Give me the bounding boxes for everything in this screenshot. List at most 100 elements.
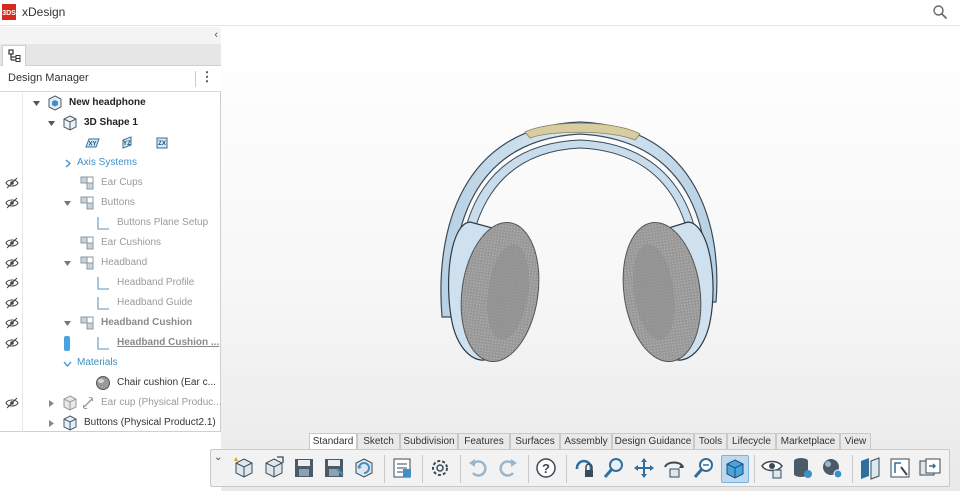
lock-rotate-button[interactable]: [571, 455, 599, 483]
collapsed-arrow-icon[interactable]: [63, 159, 72, 168]
tree-item-headband-profile[interactable]: Headband Profile: [0, 273, 221, 293]
hidden-eye-icon[interactable]: [5, 257, 19, 269]
save-as-button[interactable]: [321, 455, 349, 483]
yz-plane-icon[interactable]: YZ: [118, 135, 136, 151]
insert-component-button[interactable]: [261, 455, 289, 483]
tab-features[interactable]: Features: [458, 433, 510, 450]
material-icon: [96, 376, 110, 390]
tree-item-label: Buttons (Physical Product2.1): [84, 417, 216, 428]
save-button[interactable]: [291, 455, 319, 483]
collapsed-arrow-icon[interactable]: [47, 419, 56, 428]
display-mode-button[interactable]: [917, 455, 945, 483]
view-cube-icon: [726, 459, 744, 479]
hide-show-button[interactable]: [759, 455, 787, 483]
hidden-eye-icon[interactable]: [5, 237, 19, 249]
hidden-eye-icon[interactable]: [5, 397, 19, 409]
tab-subdivision[interactable]: Subdivision: [400, 433, 458, 450]
sketch-group-icon: [80, 256, 94, 270]
undo-button[interactable]: [465, 455, 493, 483]
help-icon: ?: [536, 458, 556, 478]
tab-tools[interactable]: Tools: [694, 433, 727, 450]
tree-item-label: Headband Cushion ...: [117, 337, 220, 348]
collapse-panel-icon[interactable]: ‹: [214, 29, 218, 41]
refresh-button[interactable]: [351, 455, 379, 483]
tab-design-tree[interactable]: [2, 45, 26, 66]
tab-assembly[interactable]: Assembly: [560, 433, 612, 450]
expand-arrow-icon[interactable]: [47, 119, 56, 128]
toolbar-separator: [566, 455, 567, 483]
kebab-menu-icon[interactable]: ⋮: [200, 69, 214, 89]
hidden-eye-icon[interactable]: [5, 177, 19, 189]
hidden-eye-icon[interactable]: [5, 277, 19, 289]
expand-arrow-icon[interactable]: [32, 99, 41, 108]
section-icon: [861, 457, 880, 480]
toolbar-expand-icon[interactable]: ⌄: [214, 452, 226, 463]
tree-item-headband-cushion-sketch[interactable]: Headband Cushion ...: [0, 333, 221, 353]
tree-item-headband-cushion[interactable]: Headband Cushion: [0, 313, 221, 333]
expand-arrow-icon[interactable]: [63, 319, 72, 328]
tree-item-ear-cups[interactable]: Ear Cups: [0, 173, 221, 193]
action-toolbar: ⌄ ?: [210, 449, 950, 487]
panel-tab-row: [0, 44, 221, 66]
hidden-eye-icon[interactable]: [5, 297, 19, 309]
app-title: xDesign: [22, 5, 66, 19]
tree-item-buttons-plane-setup[interactable]: Buttons Plane Setup: [0, 213, 221, 233]
render-button[interactable]: [819, 455, 847, 483]
app-logo-icon: 3DS: [2, 4, 16, 20]
tab-surfaces[interactable]: Surfaces: [510, 433, 560, 450]
new-component-button[interactable]: [231, 455, 259, 483]
redo-button[interactable]: [495, 455, 523, 483]
tree-item-buttons-product[interactable]: Buttons (Physical Product2.1): [0, 413, 221, 432]
sketch-group-icon: [80, 176, 94, 190]
hidden-eye-icon[interactable]: [5, 317, 19, 329]
pan-button[interactable]: [631, 455, 659, 483]
hidden-eye-icon[interactable]: [5, 197, 19, 209]
section-button[interactable]: [857, 455, 885, 483]
tree-item-headband[interactable]: Headband: [0, 253, 221, 273]
tab-lifecycle[interactable]: Lifecycle: [727, 433, 776, 450]
tree-item-3d-shape-1[interactable]: 3D Shape 1: [0, 113, 221, 133]
expanded-chevron-icon[interactable]: [63, 359, 72, 368]
settings-button[interactable]: [427, 455, 455, 483]
3d-viewport[interactable]: [221, 27, 960, 491]
tree-item-chair-cushion[interactable]: Chair cushion (Ear c...: [0, 373, 221, 393]
tree-item-materials[interactable]: Materials: [0, 353, 221, 373]
tree-item-axis-systems[interactable]: Axis Systems: [0, 153, 221, 173]
hide-show-icon: [761, 460, 783, 479]
toolbar-separator: [460, 455, 461, 483]
zoom-button[interactable]: [601, 455, 629, 483]
search-icon[interactable]: [932, 4, 948, 20]
properties-button[interactable]: [389, 455, 417, 483]
help-button[interactable]: ?: [533, 455, 561, 483]
collapsed-arrow-icon[interactable]: [47, 399, 56, 408]
tree-item-label: Ear Cushions: [101, 237, 162, 248]
refresh-icon: [355, 458, 373, 478]
expand-arrow-icon[interactable]: [63, 199, 72, 208]
rotate-view-button[interactable]: [661, 455, 689, 483]
view-cube-button[interactable]: [721, 455, 749, 483]
measure-button[interactable]: [887, 455, 915, 483]
zoom-area-button[interactable]: [691, 455, 719, 483]
hidden-eye-icon[interactable]: [5, 337, 19, 349]
xy-plane-icon[interactable]: XY: [83, 135, 101, 151]
tab-design-guidance[interactable]: Design Guidance: [612, 433, 694, 450]
tab-sketch[interactable]: Sketch: [357, 433, 400, 450]
sketch-group-icon: [80, 236, 94, 250]
tree-item-label: Headband: [101, 257, 148, 268]
tab-marketplace[interactable]: Marketplace: [776, 433, 840, 450]
tree-item-ear-cushions[interactable]: Ear Cushions: [0, 233, 221, 253]
tree-item-buttons[interactable]: Buttons: [0, 193, 221, 213]
tree-item-ear-cup[interactable]: Ear cup (Physical Produc...: [0, 393, 221, 413]
tree-item-label: Ear cup (Physical Produc...: [101, 397, 221, 408]
tree-item-headband-guide[interactable]: Headband Guide: [0, 293, 221, 313]
sketch-icon: [97, 277, 109, 290]
tab-view[interactable]: View: [840, 433, 871, 450]
left-panel: ‹ Design Manager ⋮ New headphone 3D Shap…: [0, 27, 221, 432]
svg-text:?: ?: [542, 461, 550, 476]
headphone-model[interactable]: [430, 82, 730, 382]
tree-icon: [8, 49, 21, 62]
expand-arrow-icon[interactable]: [63, 259, 72, 268]
zx-plane-icon[interactable]: ZX: [153, 135, 171, 151]
tree-item-new-headphone[interactable]: New headphone: [0, 93, 221, 113]
material-db-button[interactable]: [789, 455, 817, 483]
